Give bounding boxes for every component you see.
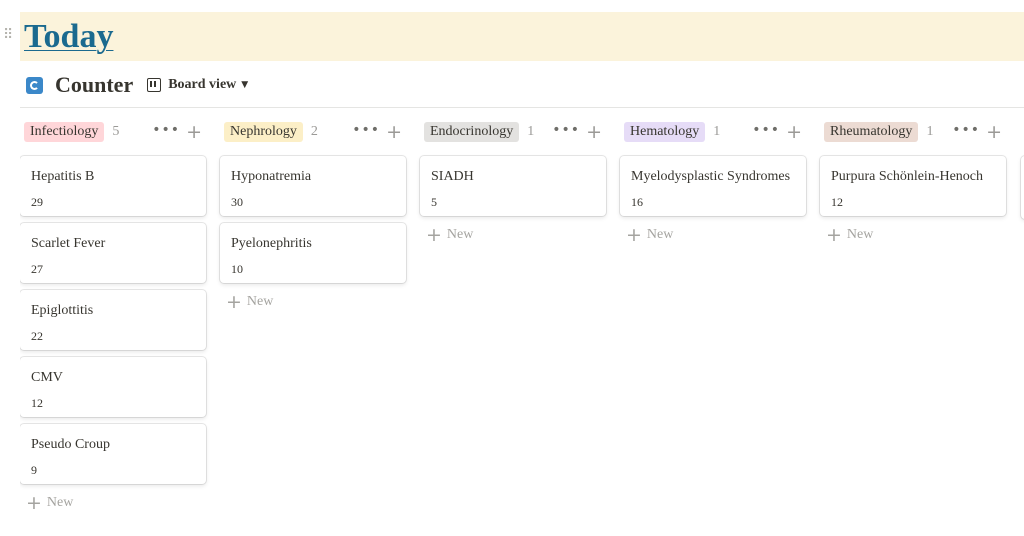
card-title: Epiglottitis <box>31 303 94 318</box>
board: Infectiology 5 ••• + Hepatitis B 29 Scar… <box>20 120 1024 536</box>
chevron-down-icon: ▼ <box>241 80 249 90</box>
board-card[interactable]: Hyponatremia 30 <box>220 156 406 216</box>
column-header: Endocrinology 1 ••• + <box>420 120 606 144</box>
new-card-button[interactable]: + New <box>226 291 406 313</box>
board-card[interactable]: Hepatitis B 29 <box>20 156 206 216</box>
column-header: Rheumatology 1 ••• + <box>820 120 1006 144</box>
column-tag[interactable]: Infectiology <box>24 122 105 142</box>
column-header: Nephrology 2 ••• + <box>220 120 406 144</box>
board-card[interactable]: Purpura Schönlein-Henoch 12 <box>820 156 1006 216</box>
column-header: Hematology 1 ••• + <box>620 120 806 144</box>
board-card[interactable]: Pseudo Croup 9 <box>20 424 206 484</box>
view-label: Board view <box>168 77 237 92</box>
divider <box>20 107 1024 108</box>
card-title: Purpura Schönlein-Henoch <box>831 169 984 184</box>
board-card[interactable]: Scarlet Fever 27 <box>20 223 206 283</box>
board-card[interactable]: Myelodysplastic Syndromes 16 <box>620 156 806 216</box>
view-switcher[interactable]: Board view ▼ <box>147 77 248 93</box>
plus-icon: + <box>226 291 242 313</box>
board-column-nephrology: Nephrology 2 ••• + Hyponatremia 30 Pyelo… <box>220 120 406 313</box>
plus-icon: + <box>626 224 642 246</box>
more-icon[interactable]: ••• <box>152 122 180 138</box>
card-value: 29 <box>31 195 43 209</box>
card-value: 5 <box>431 195 437 209</box>
column-tag[interactable]: Hematology <box>624 122 706 142</box>
column-count: 2 <box>310 124 318 139</box>
column-count: 1 <box>926 124 934 139</box>
card-value: 22 <box>31 329 43 343</box>
column-tag[interactable]: Endocrinology <box>424 122 520 142</box>
new-label: New <box>646 227 674 242</box>
card-value: 27 <box>31 262 43 276</box>
card-title: Hyponatremia <box>231 169 312 184</box>
column-count: 1 <box>527 124 535 139</box>
more-icon[interactable]: ••• <box>752 122 780 138</box>
column-count: 1 <box>713 124 721 139</box>
card-value: 9 <box>31 463 37 477</box>
new-card-button[interactable]: + New <box>426 224 606 246</box>
column-header: Infectiology 5 ••• + <box>20 120 206 144</box>
database-title[interactable]: Counter <box>55 72 133 98</box>
plus-icon[interactable]: + <box>386 120 402 144</box>
board-column-rheumatology: Rheumatology 1 ••• + Purpura Schönlein-H… <box>820 120 1006 246</box>
page-title[interactable]: Today <box>24 17 113 57</box>
new-card-button[interactable]: + New <box>26 492 206 514</box>
plus-icon: + <box>426 224 442 246</box>
database-icon <box>26 76 43 94</box>
new-label: New <box>46 495 74 510</box>
board-card[interactable]: CMV 12 <box>20 357 206 417</box>
column-tag[interactable]: Rheumatology <box>824 122 919 142</box>
database-header: Counter Board view ▼ <box>26 70 248 100</box>
plus-icon[interactable]: + <box>786 120 802 144</box>
board-view-icon <box>147 78 162 92</box>
board-column-hematology: Hematology 1 ••• + Myelodysplastic Syndr… <box>620 120 806 246</box>
new-label: New <box>846 227 874 242</box>
card-title: Pseudo Croup <box>31 437 110 452</box>
column-tag[interactable]: Nephrology <box>224 122 303 142</box>
card-value: 30 <box>231 195 243 209</box>
board-column-endocrinology: Endocrinology 1 ••• + SIADH 5 + New <box>420 120 606 246</box>
plus-icon[interactable]: + <box>186 120 202 144</box>
card-title: SIADH <box>431 169 474 184</box>
title-band: Today <box>20 12 1024 61</box>
board-card[interactable]: SIADH 5 <box>420 156 606 216</box>
column-count: 5 <box>112 124 120 139</box>
card-value: 12 <box>31 396 43 410</box>
card-value: 10 <box>231 262 243 276</box>
card-value: 16 <box>631 195 643 209</box>
more-icon[interactable]: ••• <box>552 122 580 138</box>
new-card-button[interactable]: + New <box>826 224 1006 246</box>
more-icon[interactable]: ••• <box>952 122 980 138</box>
new-label: New <box>246 294 274 309</box>
board-card[interactable]: Epiglottitis 22 <box>20 290 206 350</box>
board-column-infectiology: Infectiology 5 ••• + Hepatitis B 29 Scar… <box>20 120 206 514</box>
plus-icon: + <box>826 224 842 246</box>
card-title: Pyelonephritis <box>231 236 312 251</box>
board-card[interactable]: Pyelonephritis 10 <box>220 223 406 283</box>
more-icon[interactable]: ••• <box>352 122 380 138</box>
card-title: Scarlet Fever <box>31 236 106 251</box>
card-title: Myelodysplastic Syndromes <box>631 169 791 184</box>
card-value: 12 <box>831 195 843 209</box>
new-label: New <box>446 227 474 242</box>
card-title: CMV <box>31 370 63 385</box>
plus-icon[interactable]: + <box>986 120 1002 144</box>
plus-icon[interactable]: + <box>586 120 602 144</box>
card-title: Hepatitis B <box>31 169 95 184</box>
drag-handle-icon[interactable]: ⠿ <box>3 26 13 44</box>
plus-icon: + <box>26 492 42 514</box>
new-card-button[interactable]: + New <box>626 224 806 246</box>
